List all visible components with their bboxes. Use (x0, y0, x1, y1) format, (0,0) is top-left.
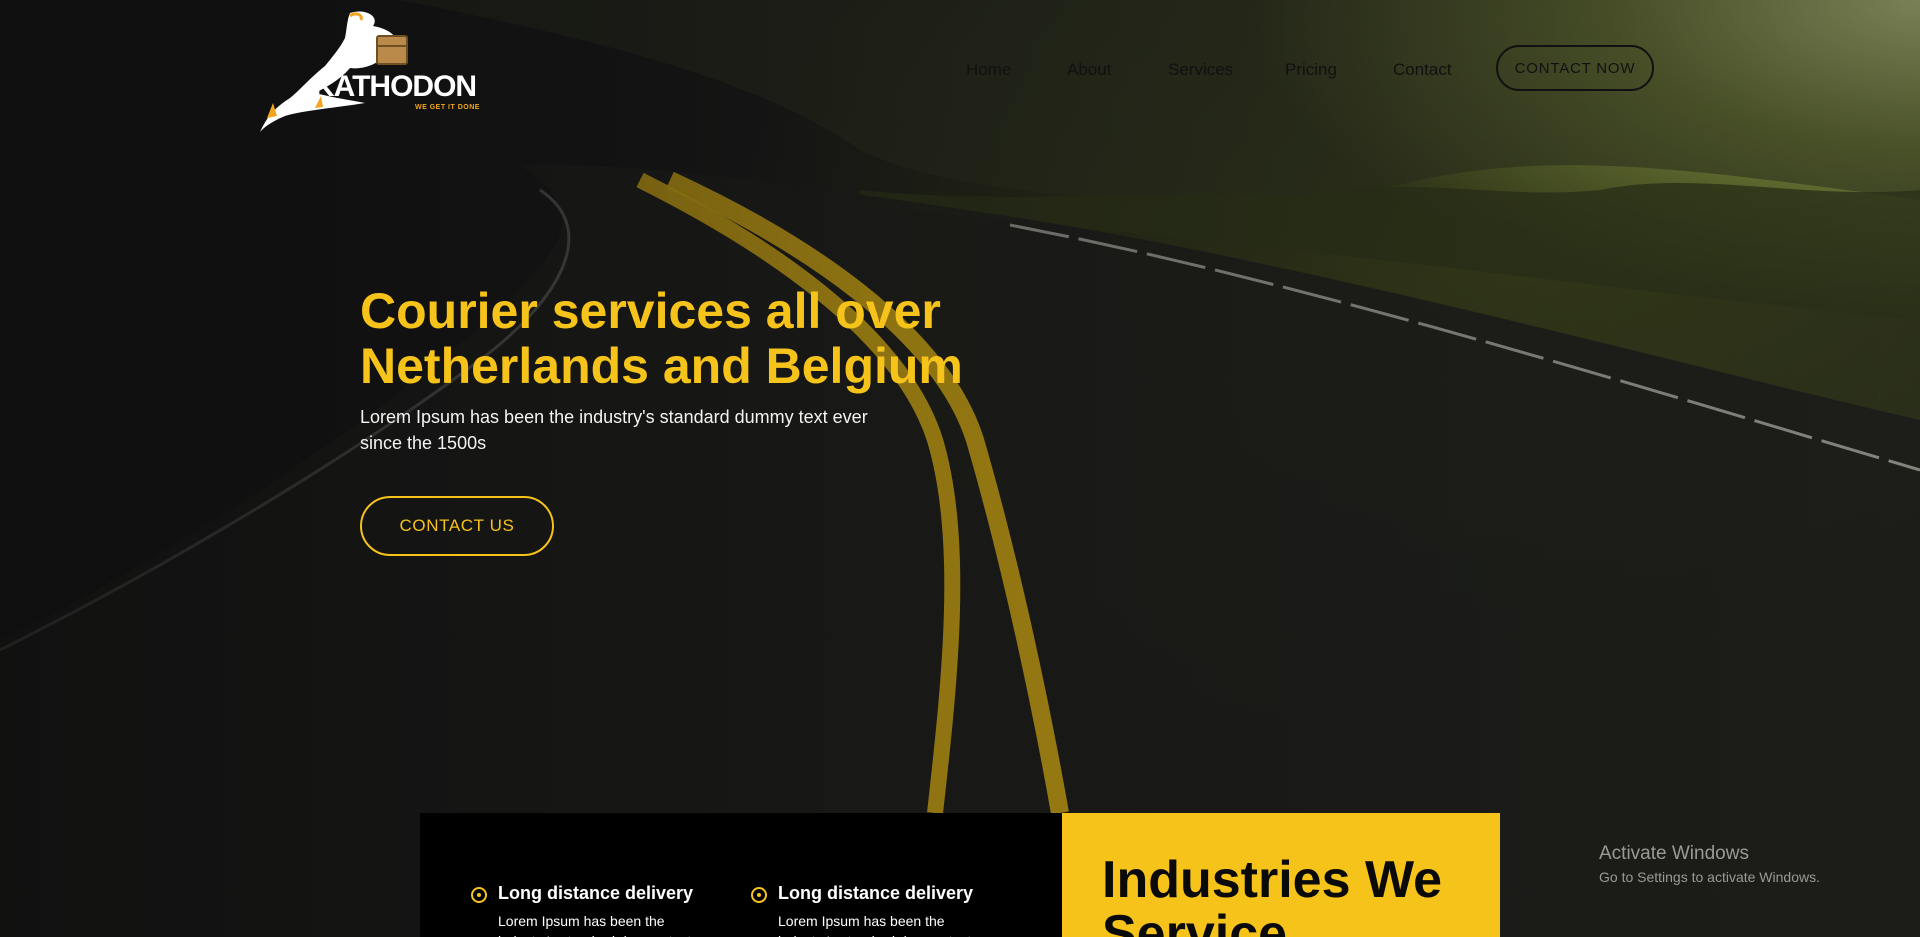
nav-pricing[interactable]: Pricing (1285, 60, 1337, 80)
contact-us-button[interactable]: CONTACT US (360, 496, 554, 556)
nav-contact[interactable]: Contact (1393, 60, 1452, 80)
target-bullet-icon (751, 887, 767, 903)
target-bullet-icon (471, 887, 487, 903)
watermark-subtitle: Go to Settings to activate Windows. (1599, 869, 1820, 885)
windows-activation-watermark: Activate Windows Go to Settings to activ… (1599, 843, 1820, 887)
brand-name: KATHODON (313, 70, 477, 103)
brand-tagline: WE GET IT DONE (415, 104, 480, 111)
brand-logo[interactable]: KATHODON WE GET IT DONE (255, 8, 495, 133)
service-text: Lorem Ipsum has been the industry's stan… (778, 913, 971, 937)
industries-panel: Industries We Service (1062, 813, 1500, 937)
service-text: Lorem Ipsum has been the industry's stan… (498, 913, 691, 937)
industries-title: Industries We Service (1102, 851, 1443, 937)
service-title: Long distance delivery (498, 883, 694, 903)
service-title: Long distance delivery (778, 883, 974, 903)
nav-about[interactable]: About (1067, 60, 1111, 80)
contact-now-button[interactable]: CONTACT NOW (1496, 45, 1654, 91)
hero-subtitle: Lorem Ipsum has been the industry's stan… (360, 407, 868, 453)
nav-home[interactable]: Home (966, 60, 1011, 80)
hero-section: KATHODON WE GET IT DONE Home About Servi… (0, 0, 1920, 937)
road-background-image (0, 0, 1920, 937)
watermark-title: Activate Windows (1599, 843, 1749, 864)
hero-title: Courier services all over Netherlands an… (360, 283, 963, 394)
services-panel: Long distance delivery Lorem Ipsum has b… (420, 813, 1062, 937)
nav-services[interactable]: Services (1168, 60, 1233, 80)
